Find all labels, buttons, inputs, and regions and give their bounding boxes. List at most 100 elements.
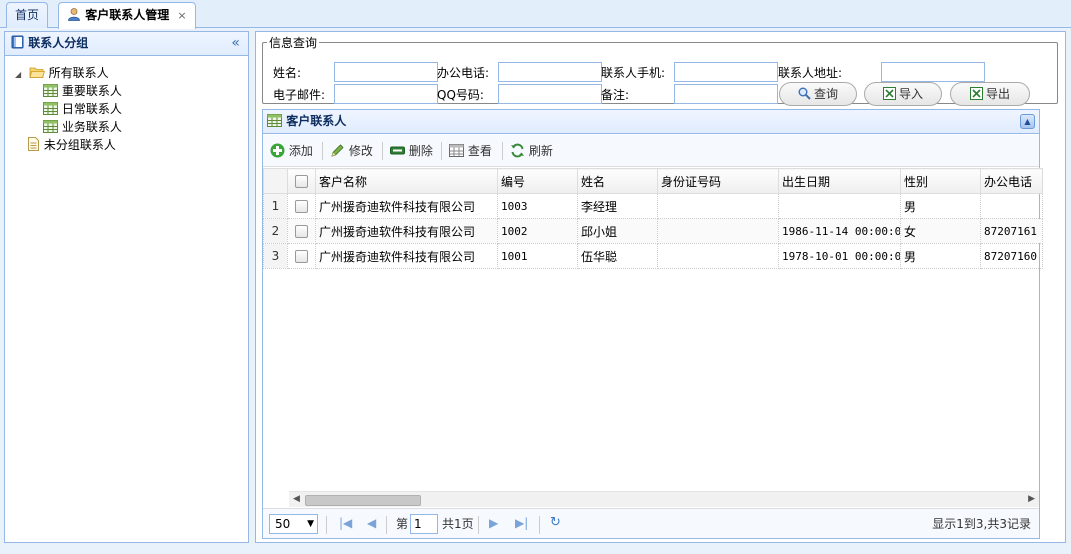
tree-node-important-label: 重要联系人 xyxy=(61,84,122,98)
mobile-input[interactable] xyxy=(674,62,778,82)
search-button[interactable]: 查询 xyxy=(779,82,857,106)
email-input[interactable] xyxy=(334,84,438,104)
page-prefix-label: 第 xyxy=(396,517,409,531)
tree-node-daily-label: 日常联系人 xyxy=(61,102,122,116)
tab-home[interactable]: 首页 xyxy=(6,2,49,28)
table-icon xyxy=(43,120,58,133)
tree-node-ungrouped[interactable]: 未分组联系人 xyxy=(27,136,116,154)
tree-node-daily[interactable]: 日常联系人 xyxy=(43,100,122,118)
export-button[interactable]: 导出 xyxy=(950,82,1030,106)
tree-node-ungrouped-label: 未分组联系人 xyxy=(43,138,116,152)
contact-group-panel: 联系人分组 « ◢ 所有联系人 重要联系人 日常联系人 业务联系人 未分组联系人 xyxy=(4,31,249,543)
row-checkbox-cell[interactable] xyxy=(287,193,316,219)
import-button[interactable]: 导入 xyxy=(864,82,942,106)
tab-bar: 首页 客户联系人管理 × xyxy=(0,0,1071,29)
column-header[interactable]: 办公电话 xyxy=(980,168,1043,194)
cell-name: 邱小姐 xyxy=(577,218,658,244)
checkbox[interactable] xyxy=(295,175,308,188)
address-input[interactable] xyxy=(881,62,985,82)
remark-input[interactable] xyxy=(674,84,778,104)
refresh-button-label: 刷新 xyxy=(528,144,553,158)
select-all-checkbox[interactable] xyxy=(287,168,316,194)
grid-title: 客户联系人 xyxy=(286,114,347,128)
table-icon xyxy=(43,102,58,115)
row-checkbox-cell[interactable] xyxy=(287,243,316,269)
column-header[interactable]: 客户名称 xyxy=(315,168,498,194)
reload-icon[interactable]: ↻ xyxy=(550,515,561,530)
toolbar-separator xyxy=(382,142,383,160)
view-table-icon xyxy=(449,143,464,158)
scroll-right-icon[interactable]: ▶ xyxy=(1028,494,1035,504)
qq-input[interactable] xyxy=(498,84,602,104)
query-fieldset: 信息查询 姓名: 办公电话: 联系人手机: 联系人地址: 电子邮件: QQ号码:… xyxy=(262,34,1058,106)
toolbar-separator xyxy=(502,142,503,160)
table-row[interactable]: 1 广州援奇迪软件科技有限公司 1003 李经理 男 xyxy=(263,193,1043,219)
pager-separator xyxy=(386,516,387,534)
tree-node-all-contacts-label: 所有联系人 xyxy=(48,66,109,80)
tree-node-important[interactable]: 重要联系人 xyxy=(43,82,122,100)
name-input[interactable] xyxy=(334,62,438,82)
email-label: 电子邮件: xyxy=(273,88,326,102)
first-page-icon[interactable]: |◀ xyxy=(339,516,352,530)
office-phone-input[interactable] xyxy=(498,62,602,82)
contact-group-title: 联系人分组 xyxy=(28,36,89,50)
page-size-value: 50 xyxy=(275,517,291,531)
cell-gender: 男 xyxy=(900,243,981,269)
edit-button[interactable]: 修改 xyxy=(330,142,373,160)
tab-contact-management[interactable]: 客户联系人管理 × xyxy=(58,2,196,29)
contact-table: 客户名称 编号 姓名 身份证号码 出生日期 性别 办公电话 1 广州援奇迪软件科… xyxy=(263,168,1043,269)
page-number-value: 1 xyxy=(414,517,422,531)
edit-button-label: 修改 xyxy=(348,144,373,158)
cell-birth: 1986-11-14 00:00:00 xyxy=(778,218,901,244)
view-button[interactable]: 查看 xyxy=(449,142,492,160)
cell-birth xyxy=(778,193,901,219)
add-button-label: 添加 xyxy=(288,144,313,158)
remark-label: 备注: xyxy=(601,88,630,102)
collapse-panel-icon[interactable]: « xyxy=(231,32,240,54)
add-button[interactable]: 添加 xyxy=(270,142,313,160)
tree-node-business[interactable]: 业务联系人 xyxy=(43,118,122,136)
export-button-label: 导出 xyxy=(985,87,1010,101)
row-checkbox-cell[interactable] xyxy=(287,218,316,244)
scrollbar-thumb[interactable] xyxy=(305,495,421,506)
table-row[interactable]: 3 广州援奇迪软件科技有限公司 1001 伍华聪 1978-10-01 00:0… xyxy=(263,243,1043,269)
page-size-select[interactable]: 50 ▼ xyxy=(269,514,318,534)
column-header[interactable]: 性别 xyxy=(900,168,981,194)
column-header[interactable]: 出生日期 xyxy=(778,168,901,194)
query-legend: 信息查询 xyxy=(269,36,318,50)
column-header[interactable]: 姓名 xyxy=(577,168,658,194)
previous-page-icon[interactable]: ◀ xyxy=(367,516,376,530)
pagination-bar: 50 ▼ |◀ ◀ 第 1 共1页 ▶ ▶| ↻ 显示1到3,共3记录 xyxy=(263,508,1039,538)
view-button-label: 查看 xyxy=(467,144,492,158)
column-header[interactable]: 身份证号码 xyxy=(657,168,779,194)
cell-phone xyxy=(980,193,1043,219)
tree-node-all-contacts[interactable]: ◢ 所有联系人 xyxy=(15,64,109,82)
delete-icon xyxy=(390,143,405,158)
column-header[interactable]: 编号 xyxy=(497,168,578,194)
mobile-label: 联系人手机: xyxy=(601,66,666,80)
add-icon xyxy=(270,143,285,158)
cell-code: 1001 xyxy=(497,243,578,269)
table-header-row: 客户名称 编号 姓名 身份证号码 出生日期 性别 办公电话 xyxy=(263,168,1043,194)
refresh-button[interactable]: 刷新 xyxy=(510,142,553,160)
checkbox[interactable] xyxy=(295,250,308,263)
page-number-input[interactable]: 1 xyxy=(410,514,438,534)
last-page-icon[interactable]: ▶| xyxy=(515,516,528,530)
toolbar-separator xyxy=(322,142,323,160)
search-icon xyxy=(798,85,811,100)
checkbox[interactable] xyxy=(295,225,308,238)
cell-code: 1003 xyxy=(497,193,578,219)
tab-close-icon[interactable]: × xyxy=(177,9,186,22)
delete-button[interactable]: 删除 xyxy=(390,142,433,160)
tree-expand-icon[interactable]: ◢ xyxy=(15,66,25,84)
toolbar-separator xyxy=(441,142,442,160)
horizontal-scrollbar[interactable]: ◀ ▶ xyxy=(289,491,1039,507)
checkbox[interactable] xyxy=(295,200,308,213)
next-page-icon[interactable]: ▶ xyxy=(489,516,498,530)
table-row[interactable]: 2 广州援奇迪软件科技有限公司 1002 邱小姐 1986-11-14 00:0… xyxy=(263,218,1043,244)
cell-phone: 87207161 xyxy=(980,218,1043,244)
cell-id-card xyxy=(657,193,779,219)
collapse-up-icon[interactable]: ▲ xyxy=(1020,114,1035,129)
scroll-left-icon[interactable]: ◀ xyxy=(293,494,300,504)
row-number: 2 xyxy=(263,218,288,244)
